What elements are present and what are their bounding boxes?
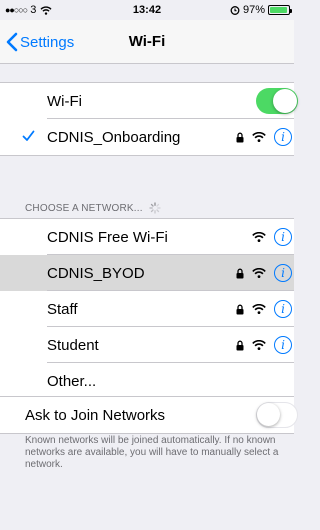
alarm-clock-icon	[230, 6, 240, 15]
wifi-toggle-row: Wi-Fi	[0, 83, 298, 119]
loading-spinner-icon	[149, 202, 161, 214]
lock-icon	[236, 340, 244, 350]
other-network-label: Other...	[47, 372, 97, 390]
network-icons: i	[236, 255, 294, 291]
other-network-row[interactable]: Other...	[0, 363, 294, 399]
ask-to-join-group: Ask to Join Networks	[0, 396, 298, 434]
status-bar: ●●○○○ 3 13:42 97%	[0, 0, 294, 20]
network-row[interactable]: CDNIS_BYOD i	[0, 255, 294, 291]
back-button-label: Settings	[20, 33, 75, 51]
ask-to-join-row: Ask to Join Networks	[0, 397, 298, 433]
battery-level	[270, 7, 288, 13]
wifi-status-group: Wi-Fi CDNIS_Onboarding i	[0, 82, 298, 156]
connected-network-row[interactable]: CDNIS_Onboarding i	[0, 119, 294, 155]
wifi-icon	[252, 268, 266, 278]
checkmark-icon	[22, 130, 35, 141]
wifi-icon	[252, 304, 266, 314]
network-icons: i	[252, 219, 294, 255]
ask-to-join-toggle-switch[interactable]	[256, 402, 298, 428]
battery-icon	[268, 5, 292, 15]
ask-to-join-footer: Known networks will be joined automatica…	[25, 435, 279, 470]
wifi-toggle-switch[interactable]	[256, 88, 298, 114]
navigation-bar: Settings Wi-Fi	[0, 20, 294, 64]
network-list: CDNIS Free Wi-Fi i CDNIS_BYOD i Staff i Studen…	[0, 218, 294, 400]
network-row[interactable]: Student i	[0, 327, 294, 363]
wifi-icon	[252, 132, 266, 142]
network-row[interactable]: CDNIS Free Wi-Fi i	[0, 219, 294, 255]
section-header-label: CHOOSE A NETWORK...	[25, 202, 143, 214]
back-button[interactable]: Settings	[6, 20, 74, 64]
network-row[interactable]: Staff i	[0, 291, 294, 327]
info-icon[interactable]: i	[274, 228, 292, 246]
wifi-icon	[252, 340, 266, 350]
network-icons: i	[236, 119, 294, 155]
info-icon[interactable]: i	[274, 128, 292, 146]
ask-to-join-label: Ask to Join Networks	[25, 406, 166, 424]
lock-icon	[236, 268, 244, 278]
toggle-knob	[273, 89, 297, 113]
chevron-left-icon	[6, 32, 18, 52]
lock-icon	[236, 304, 244, 314]
network-icons: i	[236, 327, 294, 363]
info-icon[interactable]: i	[274, 300, 292, 318]
network-rows: CDNIS Free Wi-Fi i CDNIS_BYOD i Staff i Studen…	[0, 219, 294, 363]
lock-icon	[236, 132, 244, 142]
network-icons: i	[236, 291, 294, 327]
info-icon[interactable]: i	[274, 264, 292, 282]
battery-percent: 97%	[242, 4, 265, 16]
battery-info: 97%	[230, 4, 292, 16]
info-icon[interactable]: i	[274, 336, 292, 354]
wifi-icon	[252, 232, 266, 242]
toggle-knob	[257, 403, 280, 426]
choose-network-header: CHOOSE A NETWORK...	[25, 202, 161, 214]
